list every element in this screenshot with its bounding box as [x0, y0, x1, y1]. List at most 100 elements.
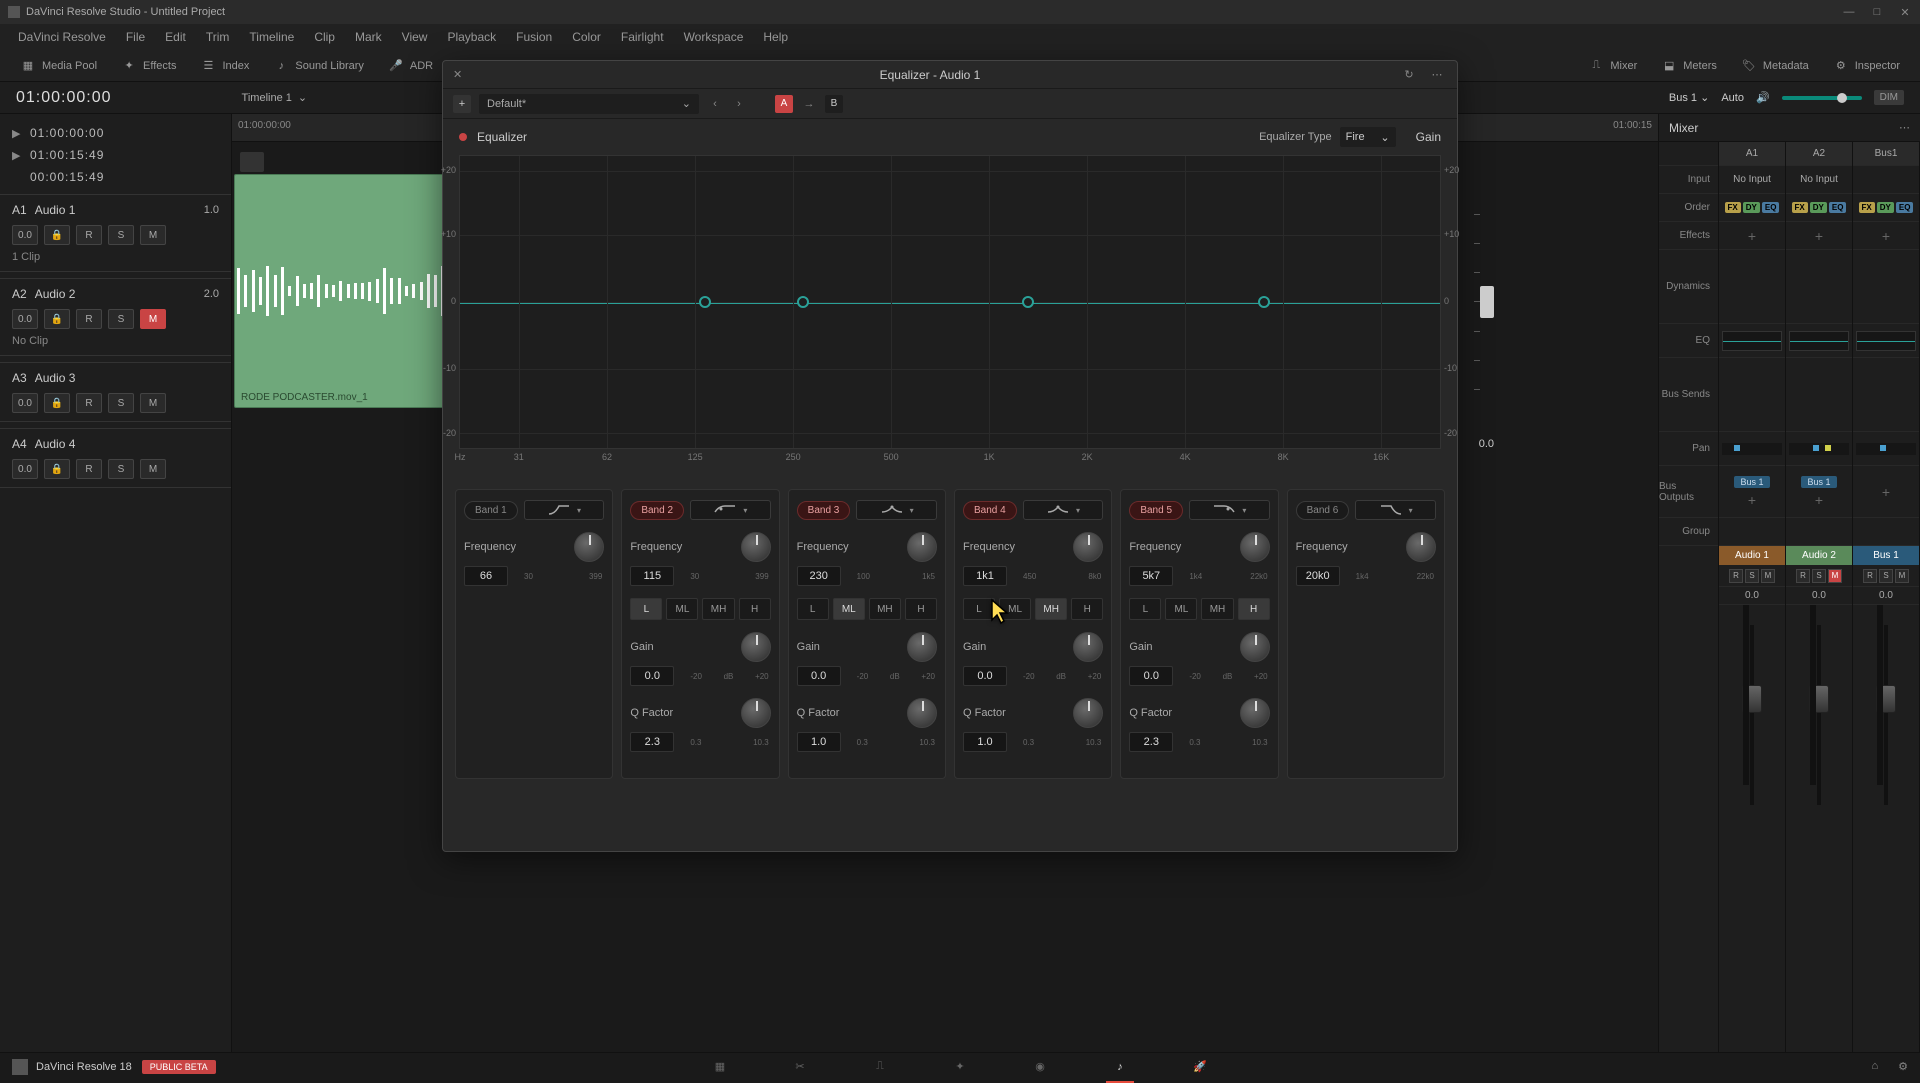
range-mh[interactable]: MH [1201, 598, 1233, 620]
play-in-icon[interactable]: ▶ [12, 127, 22, 140]
menu-playback[interactable]: Playback [437, 30, 506, 44]
arm-button[interactable]: R [1863, 569, 1877, 583]
channel-name[interactable]: Audio 2 [1786, 546, 1852, 565]
lock-button[interactable]: 🔒 [44, 309, 70, 329]
eq-slot[interactable] [1786, 324, 1852, 358]
freq-value[interactable]: 20k0 [1296, 566, 1340, 586]
band-enable[interactable]: Band 6 [1296, 501, 1350, 520]
menu-fairlight[interactable]: Fairlight [611, 30, 674, 44]
menu-clip[interactable]: Clip [304, 30, 345, 44]
eq-close-button[interactable]: ✕ [453, 68, 469, 81]
range-mh[interactable]: MH [1035, 598, 1067, 620]
menu-mark[interactable]: Mark [345, 30, 392, 44]
auto-button[interactable]: Auto [1721, 92, 1744, 104]
channel-name[interactable]: Bus 1 [1853, 546, 1919, 565]
order-cell[interactable]: FXDYEQ [1719, 194, 1785, 222]
menu-view[interactable]: View [392, 30, 438, 44]
effects-button[interactable]: ✦Effects [109, 58, 188, 74]
page-fairlight[interactable]: ♪ [1110, 1057, 1130, 1077]
input-selector[interactable]: No Input [1786, 166, 1852, 194]
track-vol[interactable]: 0.0 [12, 225, 38, 245]
eq-a-button[interactable]: A [775, 95, 793, 113]
range-l[interactable]: L [1129, 598, 1161, 620]
metadata-toggle[interactable]: 🏷Metadata [1729, 58, 1821, 74]
bus-outputs[interactable]: + [1853, 466, 1919, 518]
range-ml[interactable]: ML [1165, 598, 1197, 620]
solo-button[interactable]: S [1879, 569, 1893, 583]
mixer-toggle[interactable]: ⎍Mixer [1576, 58, 1649, 74]
adr-button[interactable]: 🎤ADR [376, 58, 445, 74]
range-mh[interactable]: MH [869, 598, 901, 620]
band-enable[interactable]: Band 1 [464, 501, 518, 520]
order-cell[interactable]: FXDYEQ [1853, 194, 1919, 222]
group-slot[interactable] [1786, 518, 1852, 546]
track-header-a3[interactable]: A3Audio 30.0🔒RSM [0, 362, 231, 422]
gain-knob[interactable] [1240, 632, 1270, 662]
band-enable[interactable]: Band 3 [797, 501, 851, 520]
mixer-menu-icon[interactable]: ⋯ [1899, 121, 1910, 134]
eq-node[interactable] [1022, 296, 1034, 308]
volume-slider[interactable] [1782, 96, 1862, 100]
band-shape-selector[interactable]: ▾ [690, 500, 771, 520]
range-l[interactable]: L [630, 598, 662, 620]
pan-control[interactable] [1719, 432, 1785, 466]
mute-button[interactable]: M [1895, 569, 1909, 583]
range-ml[interactable]: ML [833, 598, 865, 620]
track-header-a1[interactable]: A1Audio 11.00.0🔒RSM1 Clip [0, 194, 231, 272]
q-value[interactable]: 2.3 [630, 732, 674, 752]
bus-sends[interactable] [1853, 358, 1919, 432]
solo-button[interactable]: S [108, 459, 134, 479]
freq-value[interactable]: 66 [464, 566, 508, 586]
band-enable[interactable]: Band 5 [1129, 501, 1183, 520]
gain-knob[interactable] [1073, 632, 1103, 662]
menu-fusion[interactable]: Fusion [506, 30, 562, 44]
range-mh[interactable]: MH [702, 598, 734, 620]
mute-button[interactable]: M [140, 225, 166, 245]
freq-value[interactable]: 115 [630, 566, 674, 586]
freq-knob[interactable] [741, 532, 771, 562]
range-ml[interactable]: ML [666, 598, 698, 620]
mute-button[interactable]: M [1828, 569, 1842, 583]
channel-header[interactable]: A1 [1719, 142, 1785, 166]
eq-slot[interactable] [1719, 324, 1785, 358]
q-knob[interactable] [741, 698, 771, 728]
play-out-icon[interactable]: ▶ [12, 149, 22, 162]
eq-add-preset[interactable]: + [453, 95, 471, 113]
eq-master-gain-value[interactable]: 0.0 [1479, 438, 1494, 450]
menu-edit[interactable]: Edit [155, 30, 196, 44]
tc-out[interactable]: 01:00:15:49 [30, 148, 104, 162]
track-name[interactable]: Audio 3 [35, 371, 76, 385]
inspector-toggle[interactable]: ⚙Inspector [1821, 58, 1912, 74]
range-l[interactable]: L [963, 598, 995, 620]
dynamics-slot[interactable] [1853, 250, 1919, 324]
meters-toggle[interactable]: ⬓Meters [1649, 58, 1729, 74]
bus-sends[interactable] [1786, 358, 1852, 432]
q-knob[interactable] [907, 698, 937, 728]
freq-knob[interactable] [574, 532, 604, 562]
pan-control[interactable] [1786, 432, 1852, 466]
freq-value[interactable]: 5k7 [1129, 566, 1173, 586]
menu-workspace[interactable]: Workspace [674, 30, 754, 44]
bus-outputs[interactable]: Bus 1+ [1786, 466, 1852, 518]
freq-knob[interactable] [907, 532, 937, 562]
master-timecode[interactable]: 01:00:00:00 [16, 89, 112, 107]
band-enable[interactable]: Band 4 [963, 501, 1017, 520]
group-slot[interactable] [1719, 518, 1785, 546]
track-vol[interactable]: 0.0 [12, 459, 38, 479]
eq-b-button[interactable]: B [825, 95, 843, 113]
band-enable[interactable]: Band 2 [630, 501, 684, 520]
menu-color[interactable]: Color [562, 30, 611, 44]
range-h[interactable]: H [1071, 598, 1103, 620]
dynamics-slot[interactable] [1719, 250, 1785, 324]
freq-value[interactable]: 230 [797, 566, 841, 586]
bus-selector[interactable]: Bus 1 ⌄ [1669, 91, 1709, 104]
freq-knob[interactable] [1240, 532, 1270, 562]
gain-value[interactable]: 0.0 [797, 666, 841, 686]
eq-ab-swap[interactable]: → [801, 96, 817, 112]
range-h[interactable]: H [1238, 598, 1270, 620]
bus-sends[interactable] [1719, 358, 1785, 432]
equalizer-window[interactable]: ✕ Equalizer - Audio 1 ↻ ⋯ + Default*⌄ ‹ … [442, 60, 1458, 852]
eq-node[interactable] [699, 296, 711, 308]
channel-name[interactable]: Audio 1 [1719, 546, 1785, 565]
eq-type-selector[interactable]: Fire⌄ [1340, 127, 1396, 147]
